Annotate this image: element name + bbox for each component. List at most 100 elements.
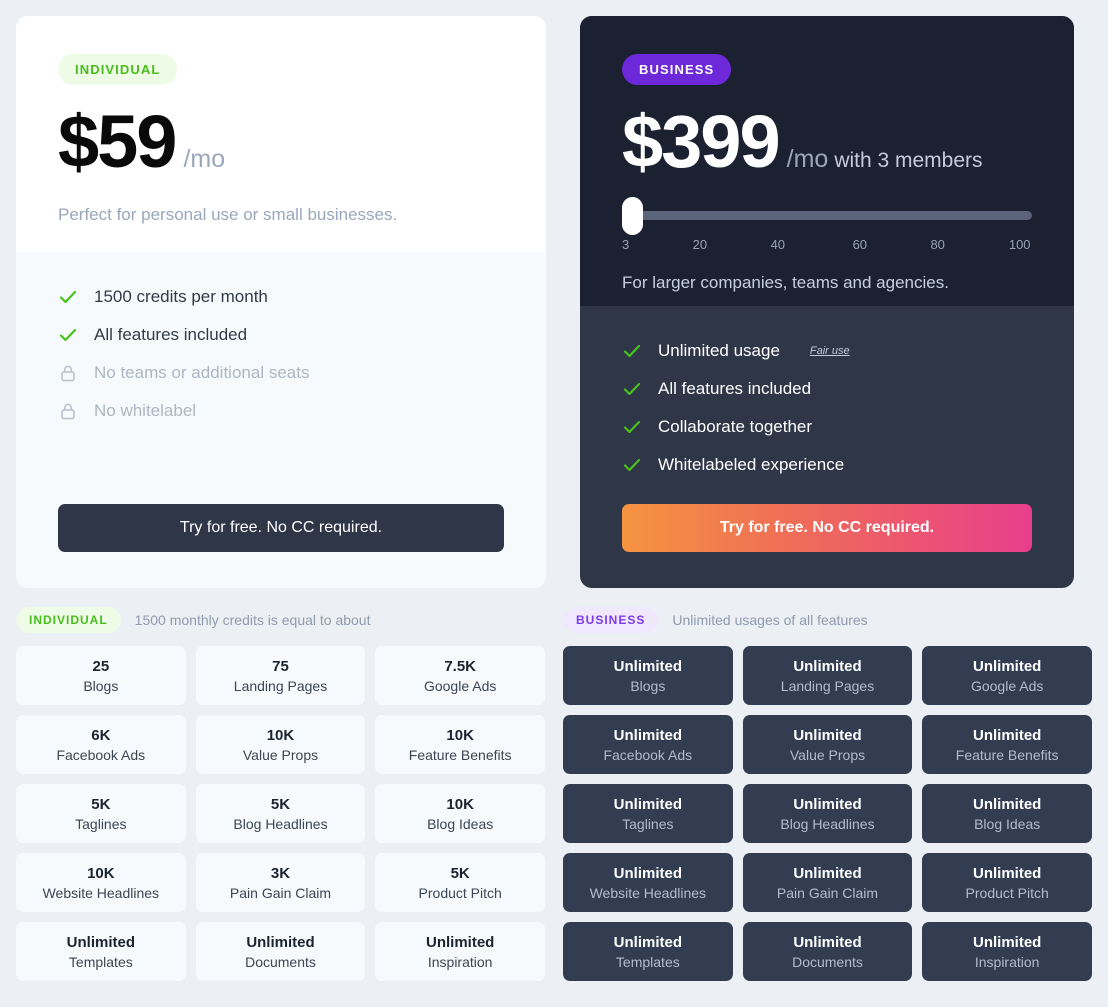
usage-tile-label: Blog Headlines [780,815,875,832]
business-cta-wrap: Try for free. No CC required. [580,504,1074,588]
fair-use-link[interactable]: Fair use [810,345,850,357]
usage-tile: Unlimited Templates [563,922,733,981]
check-icon [58,325,78,345]
business-usage-header: BUSINESS Unlimited usages of all feature… [563,604,1092,636]
usage-tile-value: 5K [450,864,470,882]
check-icon [622,341,642,361]
usage-tile-label: Facebook Ads [603,746,693,763]
usage-tile-value: Unlimited [972,657,1042,675]
individual-usage-badge: INDIVIDUAL [16,607,121,633]
usage-tile: Unlimited Facebook Ads [563,715,733,774]
usage-tile-label: Facebook Ads [56,746,146,763]
usage-tile: Unlimited Inspiration [922,922,1092,981]
business-usage-badge: BUSINESS [563,607,659,633]
usage-tile-label: Templates [68,953,133,970]
individual-usage-header: INDIVIDUAL 1500 monthly credits is equal… [16,604,545,636]
usage-tile-value: 10K [87,864,115,882]
usage-tile: Unlimited Inspiration [375,922,545,981]
usage-tile-value: Unlimited [793,864,862,882]
check-icon [622,379,642,399]
usage-tile: Unlimited Documents [195,922,366,981]
usage-tile-value: Unlimited [613,864,682,882]
members-slider[interactable]: 3 20 40 60 80 100 [622,197,1032,253]
usage-grids-row: INDIVIDUAL 1500 monthly credits is equal… [16,604,1092,991]
feature-label: No whitelabel [94,401,197,420]
usage-tile: Unlimited Pain Gain Claim [742,853,913,912]
usage-tile-value: Unlimited [613,795,682,813]
slider-tick-labels: 3 20 40 60 80 100 [622,237,1032,253]
usage-tile-value: Unlimited [972,795,1042,813]
usage-tile-value: Unlimited [972,864,1042,882]
feature-item: 1500 credits per month [58,278,504,316]
usage-tile: 5K Taglines [16,784,186,843]
feature-label: All features included [94,325,248,344]
check-icon [622,455,642,475]
usage-tile-value: 75 [272,657,289,675]
individual-try-free-button[interactable]: Try for free. No CC required. [58,504,504,552]
business-price-members-note: with 3 members [834,149,983,172]
usage-tile: Unlimited Website Headlines [563,853,733,912]
feature-item: Unlimited usage Fair use [622,332,1032,370]
usage-tile-label: Landing Pages [233,677,328,694]
feature-label: No teams or additional seats [94,363,310,382]
individual-cta-wrap: Try for free. No CC required. [16,504,546,588]
business-plan-badge: BUSINESS [622,54,732,85]
feature-item: Collaborate together [622,408,1032,446]
usage-tile-value: Unlimited [793,933,862,951]
feature-item: No teams or additional seats [58,354,504,392]
slider-track[interactable] [625,211,1032,220]
usage-tile-label: Blog Ideas [427,815,494,832]
usage-tile-value: Unlimited [972,933,1042,951]
usage-tile: 10K Feature Benefits [375,715,545,774]
usage-tile-label: Blogs [83,677,119,694]
business-try-free-button[interactable]: Try for free. No CC required. [622,504,1032,552]
usage-tile-value: Unlimited [613,933,682,951]
usage-tile-label: Inspiration [974,953,1040,970]
usage-tile: Unlimited Taglines [563,784,733,843]
usage-tile-value: 3K [270,864,291,882]
usage-tile-label: Website Headlines [589,884,707,901]
usage-tile-label: Value Props [789,746,866,763]
feature-item: No whitelabel [58,392,504,430]
feature-label: All features included [658,379,812,398]
slider-tick: 80 [930,237,945,252]
usage-tile-value: Unlimited [66,933,135,951]
business-card-header: BUSINESS $399 /mo with 3 members 3 20 40… [580,16,1074,306]
slider-thumb[interactable] [622,197,643,235]
usage-tile-label: Taglines [622,815,674,832]
feature-label: Collaborate together [658,417,813,436]
business-usage-grid: Unlimited Blogs Unlimited Landing Pages Unli… [563,646,1092,981]
usage-tile-value: 5K [91,795,111,813]
usage-tile-label: Taglines [75,815,127,832]
usage-tile-label: Blog Headlines [233,815,328,832]
feature-item: All features included [58,316,504,354]
usage-tile: Unlimited Google Ads [922,646,1092,705]
individual-pricing-card: INDIVIDUAL $59 /mo Perfect for personal … [16,16,546,588]
usage-tile-value: 7.5K [444,657,476,675]
usage-tile-value: Unlimited [793,657,862,675]
usage-tile: 10K Blog Ideas [375,784,545,843]
usage-tile-label: Inspiration [427,953,493,970]
usage-tile-value: Unlimited [425,933,495,951]
usage-tile-value: Unlimited [972,726,1042,744]
usage-tile-label: Website Headlines [42,884,160,901]
business-usage-note: Unlimited usages of all features [672,612,868,628]
usage-tile-label: Google Ads [423,677,497,694]
usage-tile-value: 10K [266,726,295,744]
usage-tile-value: 25 [92,657,110,675]
individual-price-row: $59 /mo [58,105,504,179]
business-price-amount: $399 [622,100,781,183]
usage-tile-value: 10K [446,795,474,813]
business-pricing-card: BUSINESS $399 /mo with 3 members 3 20 40… [580,16,1074,588]
slider-tick: 3 [622,237,630,252]
usage-tile-label: Google Ads [970,677,1044,694]
usage-tile: 25 Blogs [16,646,186,705]
feature-label: Unlimited usage [658,341,780,360]
usage-tile-label: Product Pitch [965,884,1049,901]
usage-tile-label: Product Pitch [418,884,502,901]
individual-price-period: /mo [183,145,226,173]
business-feature-list: Unlimited usage Fair use All features in… [580,306,1074,504]
usage-tile-label: Pain Gain Claim [776,884,879,901]
usage-tile: Unlimited Value Props [742,715,913,774]
usage-tile: 10K Website Headlines [16,853,186,912]
